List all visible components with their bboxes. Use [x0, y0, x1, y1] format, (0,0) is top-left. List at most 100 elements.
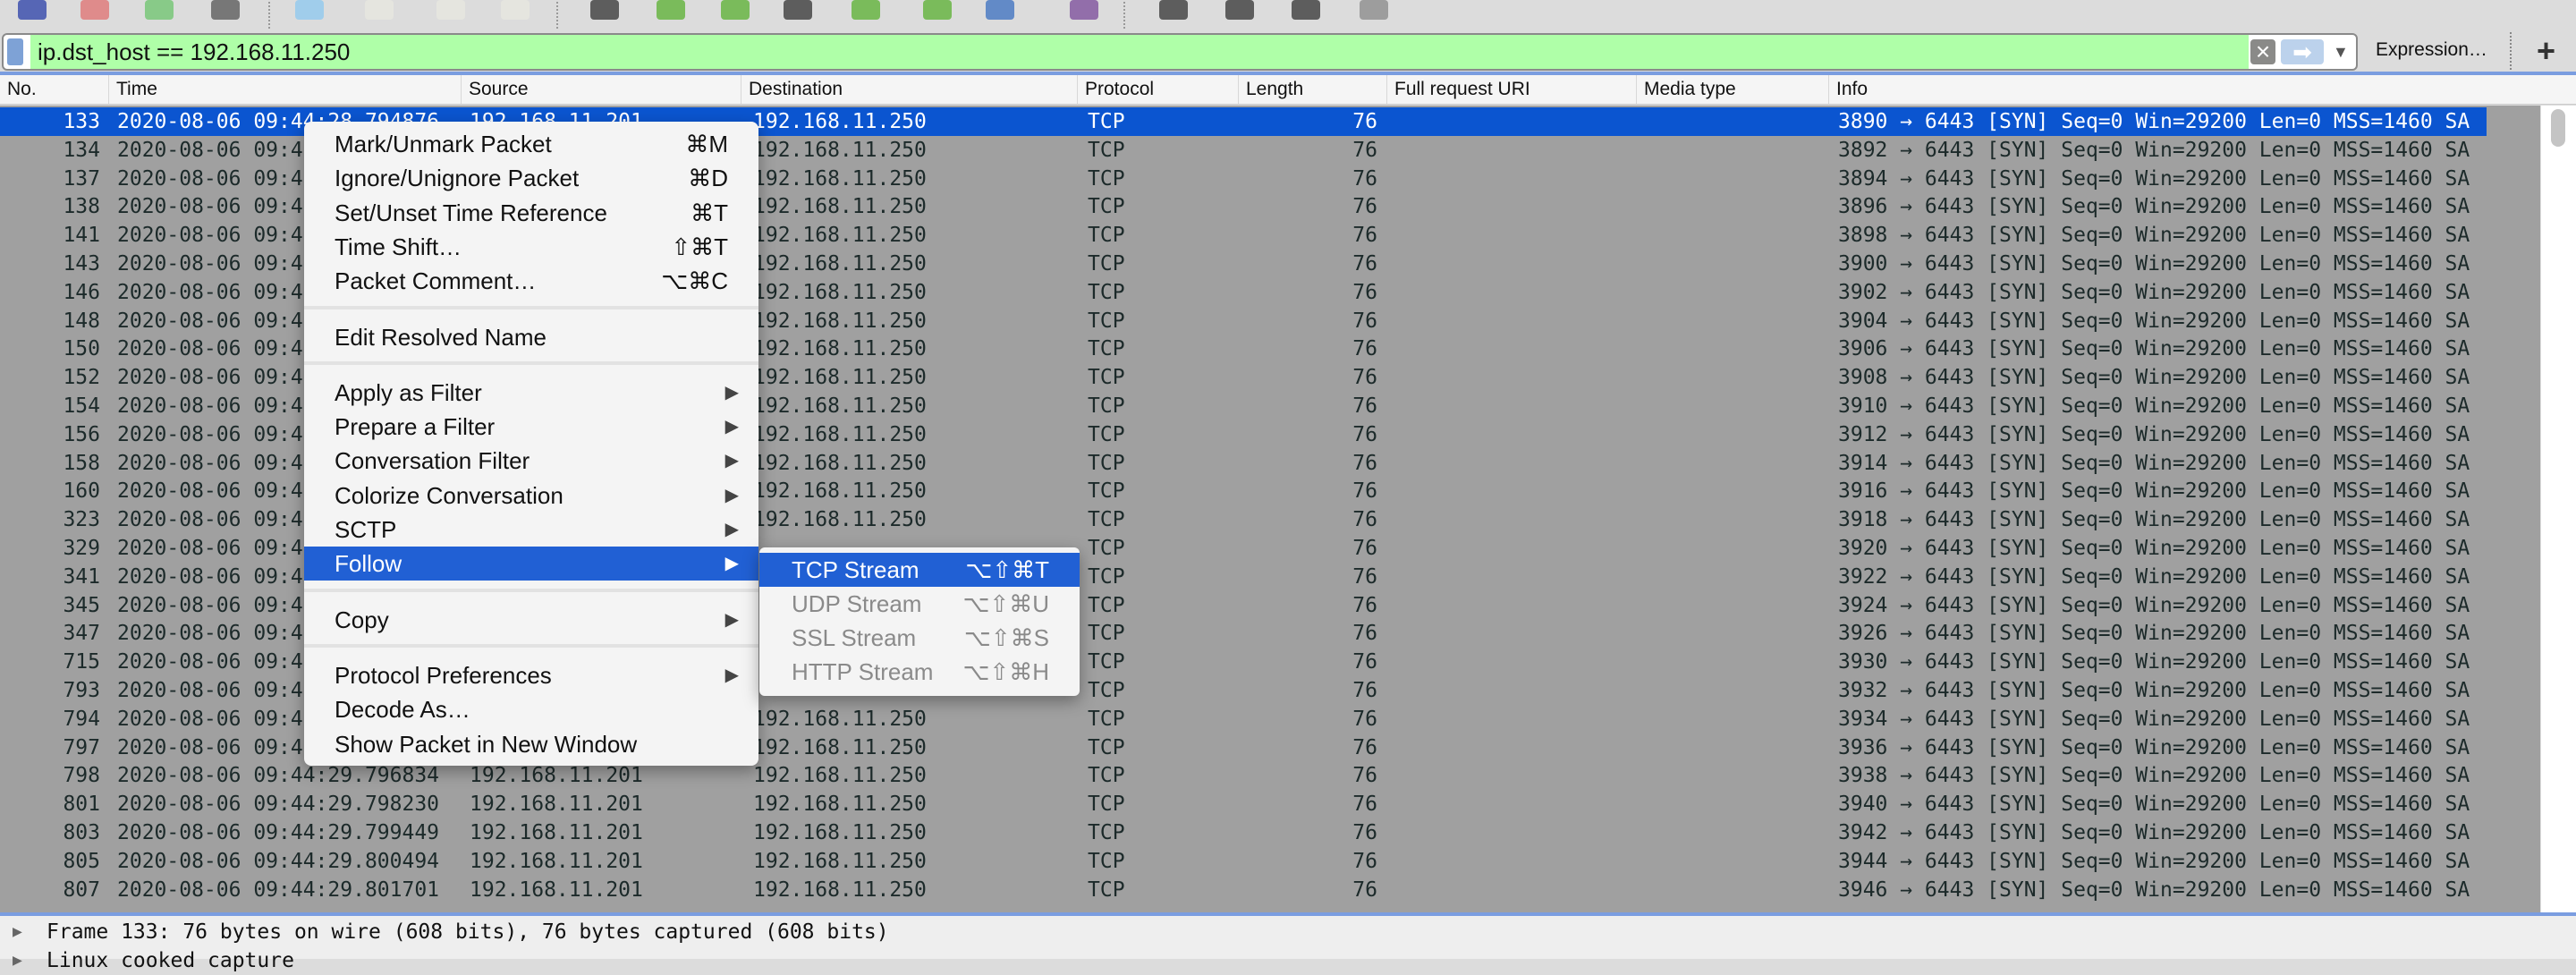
column-header-full-request-uri[interactable]: Full request URI — [1386, 75, 1636, 104]
scrollbar-thumb[interactable] — [2551, 109, 2565, 147]
bookmark-icon[interactable] — [7, 38, 23, 65]
menu-item-decode-as[interactable]: Decode As… — [304, 692, 758, 726]
menu-item-shortcut: ⌘T — [691, 199, 728, 226]
table-row[interactable]: 801 2020-08-06 09:44:29.798230 192.168.11.… — [0, 790, 2487, 818]
menu-item-sctp[interactable]: SCTP ▶ — [304, 513, 758, 547]
find-packet-icon[interactable] — [590, 0, 619, 20]
shark-fin-start-icon[interactable] — [18, 0, 47, 20]
add-filter-button[interactable]: + — [2537, 32, 2555, 70]
menu-item-conversation-filter[interactable]: Conversation Filter ▶ — [304, 444, 758, 478]
go-first-icon[interactable] — [852, 0, 880, 20]
column-header-protocol[interactable]: Protocol — [1077, 75, 1238, 104]
filter-input-value[interactable]: ip.dst_host == 192.168.11.250 — [38, 38, 350, 66]
menu-item-prepare-a-filter[interactable]: Prepare a Filter ▶ — [304, 410, 758, 444]
packet-destination: 192.168.11.250 — [753, 793, 927, 817]
table-row[interactable]: 805 2020-08-06 09:44:29.800494 192.168.11.… — [0, 847, 2487, 876]
expression-button[interactable]: Expression… — [2376, 39, 2487, 61]
stop-icon[interactable] — [80, 0, 109, 20]
menu-item-protocol-preferences[interactable]: Protocol Preferences ▶ — [304, 658, 758, 692]
packet-protocol: TCP — [1088, 224, 1125, 248]
table-row[interactable]: 798 2020-08-06 09:44:29.796834 192.168.11.… — [0, 761, 2487, 790]
autoscroll-icon[interactable] — [986, 0, 1014, 20]
packet-destination: 192.168.11.250 — [753, 508, 927, 532]
packet-destination: 192.168.11.250 — [753, 195, 927, 219]
packet-time: 2020-08-06 09:4 — [117, 138, 303, 162]
packet-length: 76 — [1352, 508, 1377, 532]
packet-number: 715 — [63, 650, 100, 674]
submenu-item-shortcut: ⌥⇧⌘U — [962, 590, 1049, 617]
packet-number: 329 — [63, 537, 100, 560]
menu-item-time-shift[interactable]: Time Shift… ⇧⌘T — [304, 230, 758, 264]
packet-protocol: TCP — [1088, 394, 1125, 418]
options-gear-icon[interactable] — [211, 0, 240, 20]
column-header-time[interactable]: Time — [108, 75, 461, 104]
go-back-icon[interactable] — [657, 0, 685, 20]
packet-length: 76 — [1352, 821, 1377, 844]
packet-number: 803 — [63, 821, 100, 844]
go-last-icon[interactable] — [923, 0, 952, 20]
column-header-no[interactable]: No. — [0, 75, 108, 104]
packet-destination: 192.168.11.250 — [753, 337, 927, 361]
arrow-right-icon[interactable]: ➡ — [2281, 39, 2324, 64]
packet-destination: 192.168.11.250 — [753, 821, 927, 844]
detail-row[interactable]: ▶ Frame 133: 76 bytes on wire (608 bits),… — [0, 918, 2576, 946]
go-forward-icon[interactable] — [721, 0, 750, 20]
table-row[interactable]: 803 2020-08-06 09:44:29.799449 192.168.11.… — [0, 818, 2487, 847]
resize-columns-icon[interactable] — [1360, 0, 1388, 20]
menu-item-label: Show Packet in New Window — [335, 730, 638, 758]
reload-file-icon[interactable] — [501, 0, 530, 20]
colorize-icon[interactable] — [1070, 0, 1098, 20]
packet-length: 76 — [1352, 622, 1377, 646]
menu-item-ignore-unignore-packet[interactable]: Ignore/Unignore Packet ⌘D — [304, 161, 758, 195]
menu-item-colorize-conversation[interactable]: Colorize Conversation ▶ — [304, 479, 758, 513]
close-file-icon[interactable] — [436, 0, 465, 20]
clear-x-icon[interactable]: × — [2250, 39, 2275, 64]
column-header-source[interactable]: Source — [461, 75, 741, 104]
packet-time: 2020-08-06 09:4 — [117, 679, 303, 702]
filter-input[interactable] — [30, 35, 2249, 69]
open-file-icon[interactable] — [295, 0, 324, 20]
expand-triangle-icon[interactable]: ▶ — [13, 946, 22, 975]
submenu-item-tcp-stream[interactable]: TCP Stream ⌥⇧⌘T — [759, 553, 1080, 587]
packet-time: 2020-08-06 09:4 — [117, 166, 303, 191]
column-header-media-type[interactable]: Media type — [1636, 75, 1828, 104]
chevron-right-icon: ▶ — [724, 665, 739, 685]
menu-item-label: Time Shift… — [335, 233, 462, 260]
column-header-destination[interactable]: Destination — [741, 75, 1077, 104]
menu-item-set-unset-time-reference[interactable]: Set/Unset Time Reference ⌘T — [304, 196, 758, 230]
restart-icon[interactable] — [145, 0, 174, 20]
packet-info: 3890 → 6443 [SYN] Seq=0 Win=29200 Len=0 … — [1838, 110, 2470, 133]
table-row[interactable]: 807 2020-08-06 09:44:29.801701 192.168.11.… — [0, 876, 2487, 904]
scrollbar[interactable] — [2540, 106, 2576, 912]
packet-time: 2020-08-06 09:4 — [117, 564, 303, 589]
detail-row[interactable]: ▶ Linux cooked capture — [0, 946, 2576, 975]
save-file-icon[interactable] — [365, 0, 394, 20]
packet-info: 3896 → 6443 [SYN] Seq=0 Win=29200 Len=0 … — [1838, 195, 2470, 219]
detail-text: Frame 133: 76 bytes on wire (608 bits), … — [47, 920, 889, 944]
menu-item-edit-resolved-name[interactable]: Edit Resolved Name — [304, 320, 758, 354]
packet-time: 2020-08-06 09:44:29.798230 — [117, 793, 440, 817]
menu-item-packet-comment[interactable]: Packet Comment… ⌥⌘C — [304, 264, 758, 298]
packet-length: 76 — [1352, 195, 1377, 219]
chevron-down-icon[interactable]: ▼ — [2333, 39, 2349, 64]
packet-info: 3900 → 6443 [SYN] Seq=0 Win=29200 Len=0 … — [1838, 252, 2470, 276]
packet-info: 3918 → 6443 [SYN] Seq=0 Win=29200 Len=0 … — [1838, 508, 2470, 532]
menu-item-mark-unmark-packet[interactable]: Mark/Unmark Packet ⌘M — [304, 127, 758, 161]
column-header-info[interactable]: Info — [1828, 75, 2576, 104]
packet-time: 2020-08-06 09:4 — [117, 479, 303, 504]
expand-triangle-icon[interactable]: ▶ — [13, 918, 22, 946]
packet-protocol: TCP — [1088, 110, 1125, 133]
submenu-item-ssl-stream: SSL Stream ⌥⇧⌘S — [759, 621, 1080, 655]
menu-item-apply-as-filter[interactable]: Apply as Filter ▶ — [304, 376, 758, 410]
display-filter-bar: ip.dst_host == 192.168.11.250 × ➡ ▼ — [2, 33, 2358, 71]
column-header-length[interactable]: Length — [1238, 75, 1386, 104]
zoom-in-icon[interactable] — [1159, 0, 1188, 20]
packet-protocol: TCP — [1088, 764, 1125, 788]
go-to-packet-icon[interactable] — [784, 0, 812, 20]
menu-item-follow[interactable]: Follow ▶ — [304, 547, 758, 581]
packet-protocol: TCP — [1088, 707, 1125, 731]
menu-item-show-packet-in-new-window[interactable]: Show Packet in New Window — [304, 727, 758, 761]
menu-item-copy[interactable]: Copy ▶ — [304, 603, 758, 637]
zoom-out-icon[interactable] — [1225, 0, 1254, 20]
zoom-normal-icon[interactable] — [1292, 0, 1320, 20]
